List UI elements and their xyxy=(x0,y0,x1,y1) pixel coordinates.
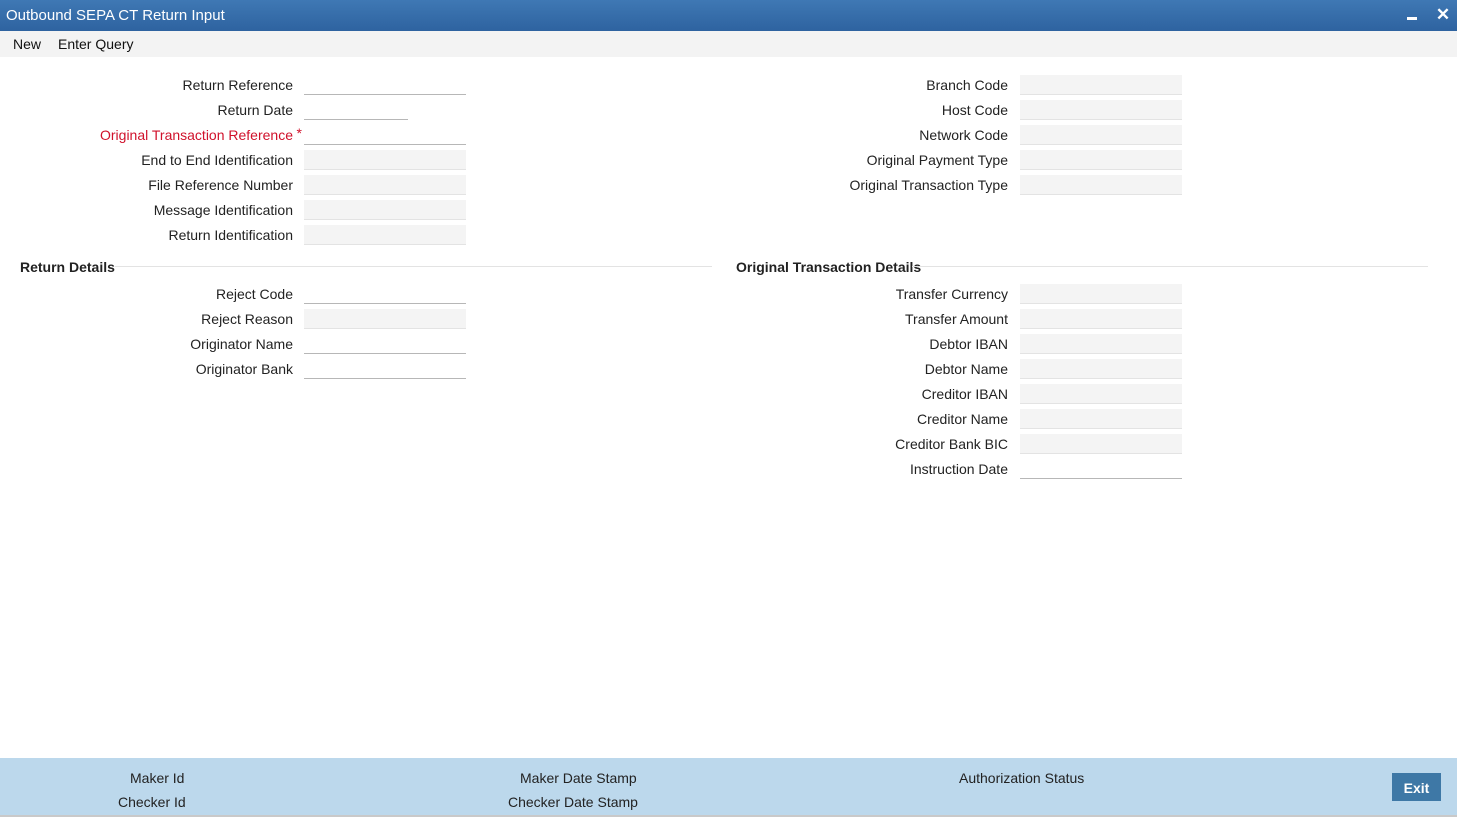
original-transaction-details-heading: Original Transaction Details xyxy=(736,259,922,275)
message-identification-field[interactable] xyxy=(304,200,466,220)
branch-code-label: Branch Code xyxy=(926,77,1008,93)
creditor-bank-bic-label: Creditor Bank BIC xyxy=(895,436,1008,452)
menu-bar: New Enter Query xyxy=(0,31,1457,57)
debtor-name-label: Debtor Name xyxy=(924,361,1008,377)
reject-reason-label: Reject Reason xyxy=(201,311,293,327)
instruction-date-input[interactable] xyxy=(1020,459,1182,479)
window-frame xyxy=(0,0,1459,817)
host-code-label: Host Code xyxy=(941,102,1008,118)
transfer-amount-field[interactable] xyxy=(1020,309,1182,329)
host-code-field[interactable] xyxy=(1020,100,1182,120)
creditor-name-field[interactable] xyxy=(1020,409,1182,429)
window-edge xyxy=(1457,0,1461,817)
minimize-icon[interactable] xyxy=(1402,5,1422,25)
file-reference-number-field[interactable] xyxy=(304,175,466,195)
return-date-label: Return Date xyxy=(217,102,293,118)
maker-date-stamp-label: Maker Date Stamp xyxy=(520,770,637,786)
original-payment-type-label: Original Payment Type xyxy=(866,152,1008,168)
end-to-end-identification-field[interactable] xyxy=(304,150,466,170)
creditor-iban-field[interactable] xyxy=(1020,384,1182,404)
close-icon[interactable]: ✕ xyxy=(1433,5,1453,25)
original-transaction-type-label: Original Transaction Type xyxy=(849,177,1009,193)
branch-code-field[interactable] xyxy=(1020,75,1182,95)
return-reference-input[interactable] xyxy=(304,75,466,95)
maker-id-label: Maker Id xyxy=(130,770,185,786)
originator-bank-label: Originator Bank xyxy=(195,361,293,377)
end-to-end-identification-label: End to End Identification xyxy=(141,152,293,168)
creditor-iban-label: Creditor IBAN xyxy=(921,386,1008,402)
return-reference-label: Return Reference xyxy=(182,77,293,93)
network-code-label: Network Code xyxy=(919,127,1008,143)
originator-bank-input[interactable] xyxy=(304,359,466,379)
checker-id-label: Checker Id xyxy=(118,794,186,810)
transfer-currency-label: Transfer Currency xyxy=(895,286,1008,302)
creditor-bank-bic-field[interactable] xyxy=(1020,434,1182,454)
original-transaction-reference-label: Original Transaction Reference * xyxy=(100,125,302,143)
originator-name-label: Originator Name xyxy=(190,336,293,352)
original-transaction-type-field[interactable] xyxy=(1020,175,1182,195)
original-transaction-reference-input[interactable] xyxy=(304,125,466,145)
authorization-status-label: Authorization Status xyxy=(959,770,1085,786)
transfer-currency-field[interactable] xyxy=(1020,284,1182,304)
message-identification-label: Message Identification xyxy=(153,202,293,218)
menu-new[interactable]: New xyxy=(13,36,41,52)
creditor-name-label: Creditor Name xyxy=(916,411,1008,427)
reject-code-input[interactable] xyxy=(304,284,466,304)
required-marker: * xyxy=(296,125,302,141)
transfer-amount-label: Transfer Amount xyxy=(905,311,1008,327)
debtor-iban-label: Debtor IBAN xyxy=(929,336,1008,352)
checker-date-stamp-label: Checker Date Stamp xyxy=(508,794,638,810)
footer-bar xyxy=(0,758,1457,815)
return-identification-field[interactable] xyxy=(304,225,466,245)
original-transaction-reference-label-text: Original Transaction Reference xyxy=(100,127,293,143)
return-details-divider xyxy=(115,266,712,267)
debtor-name-field[interactable] xyxy=(1020,359,1182,379)
original-transaction-details-divider xyxy=(912,266,1428,267)
window-title: Outbound SEPA CT Return Input xyxy=(6,7,225,24)
title-bar: Outbound SEPA CT Return Input ✕ xyxy=(0,0,1457,31)
debtor-iban-field[interactable] xyxy=(1020,334,1182,354)
network-code-field[interactable] xyxy=(1020,125,1182,145)
reject-reason-field[interactable] xyxy=(304,309,466,329)
instruction-date-label: Instruction Date xyxy=(909,461,1008,477)
exit-button[interactable]: Exit xyxy=(1392,773,1441,801)
menu-enter-query[interactable]: Enter Query xyxy=(58,36,133,52)
original-payment-type-field[interactable] xyxy=(1020,150,1182,170)
reject-code-label: Reject Code xyxy=(215,286,293,302)
originator-name-input[interactable] xyxy=(304,334,466,354)
return-identification-label: Return Identification xyxy=(168,227,293,243)
file-reference-number-label: File Reference Number xyxy=(148,177,293,193)
return-date-input[interactable] xyxy=(304,100,408,120)
return-details-heading: Return Details xyxy=(20,259,115,275)
